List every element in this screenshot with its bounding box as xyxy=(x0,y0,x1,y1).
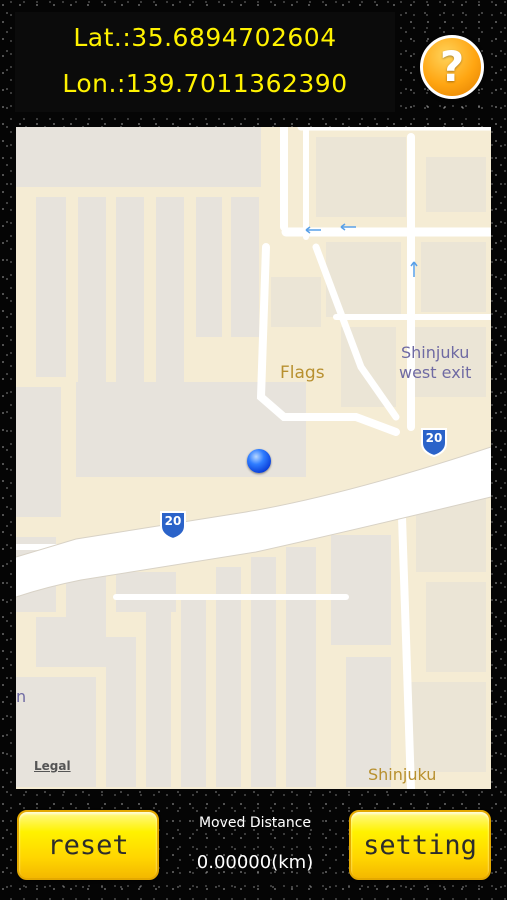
coordinate-panel: Lat.:35.6894702604 Lon.:139.7011362390 xyxy=(15,12,395,112)
map-label-west-exit-line1: Shinjuku xyxy=(400,343,470,362)
latitude-readout: Lat.:35.6894702604 xyxy=(73,23,337,52)
map-label-west-exit-line2: west exit xyxy=(399,363,472,382)
help-icon: ? xyxy=(439,42,465,91)
map-label-edge: n xyxy=(16,687,27,706)
route-20-shield: 20 xyxy=(158,510,188,540)
map-label-flags: Flags xyxy=(280,363,325,383)
moved-distance-label: Moved Distance xyxy=(198,815,312,831)
setting-button[interactable]: setting xyxy=(349,810,491,880)
map-label-shinjuku: Shinjuku xyxy=(368,765,437,784)
reset-button[interactable]: reset xyxy=(17,810,159,880)
current-location-pin xyxy=(247,449,271,473)
legal-link[interactable]: Legal xyxy=(34,759,71,773)
route-shield-number: 20 xyxy=(164,514,182,528)
route-20-shield: 20 xyxy=(419,427,449,457)
moved-distance-value: 0.00000(km) xyxy=(196,852,314,873)
longitude-readout: Lon.:139.7011362390 xyxy=(62,69,348,98)
map-view[interactable]: Flags Shinjuku west exit Shinjuku n 20 2… xyxy=(16,127,491,789)
map-label-shinjuku-west-exit: Shinjuku west exit xyxy=(399,343,471,383)
route-shield-number: 20 xyxy=(425,431,443,445)
help-button[interactable]: ? xyxy=(420,35,484,99)
